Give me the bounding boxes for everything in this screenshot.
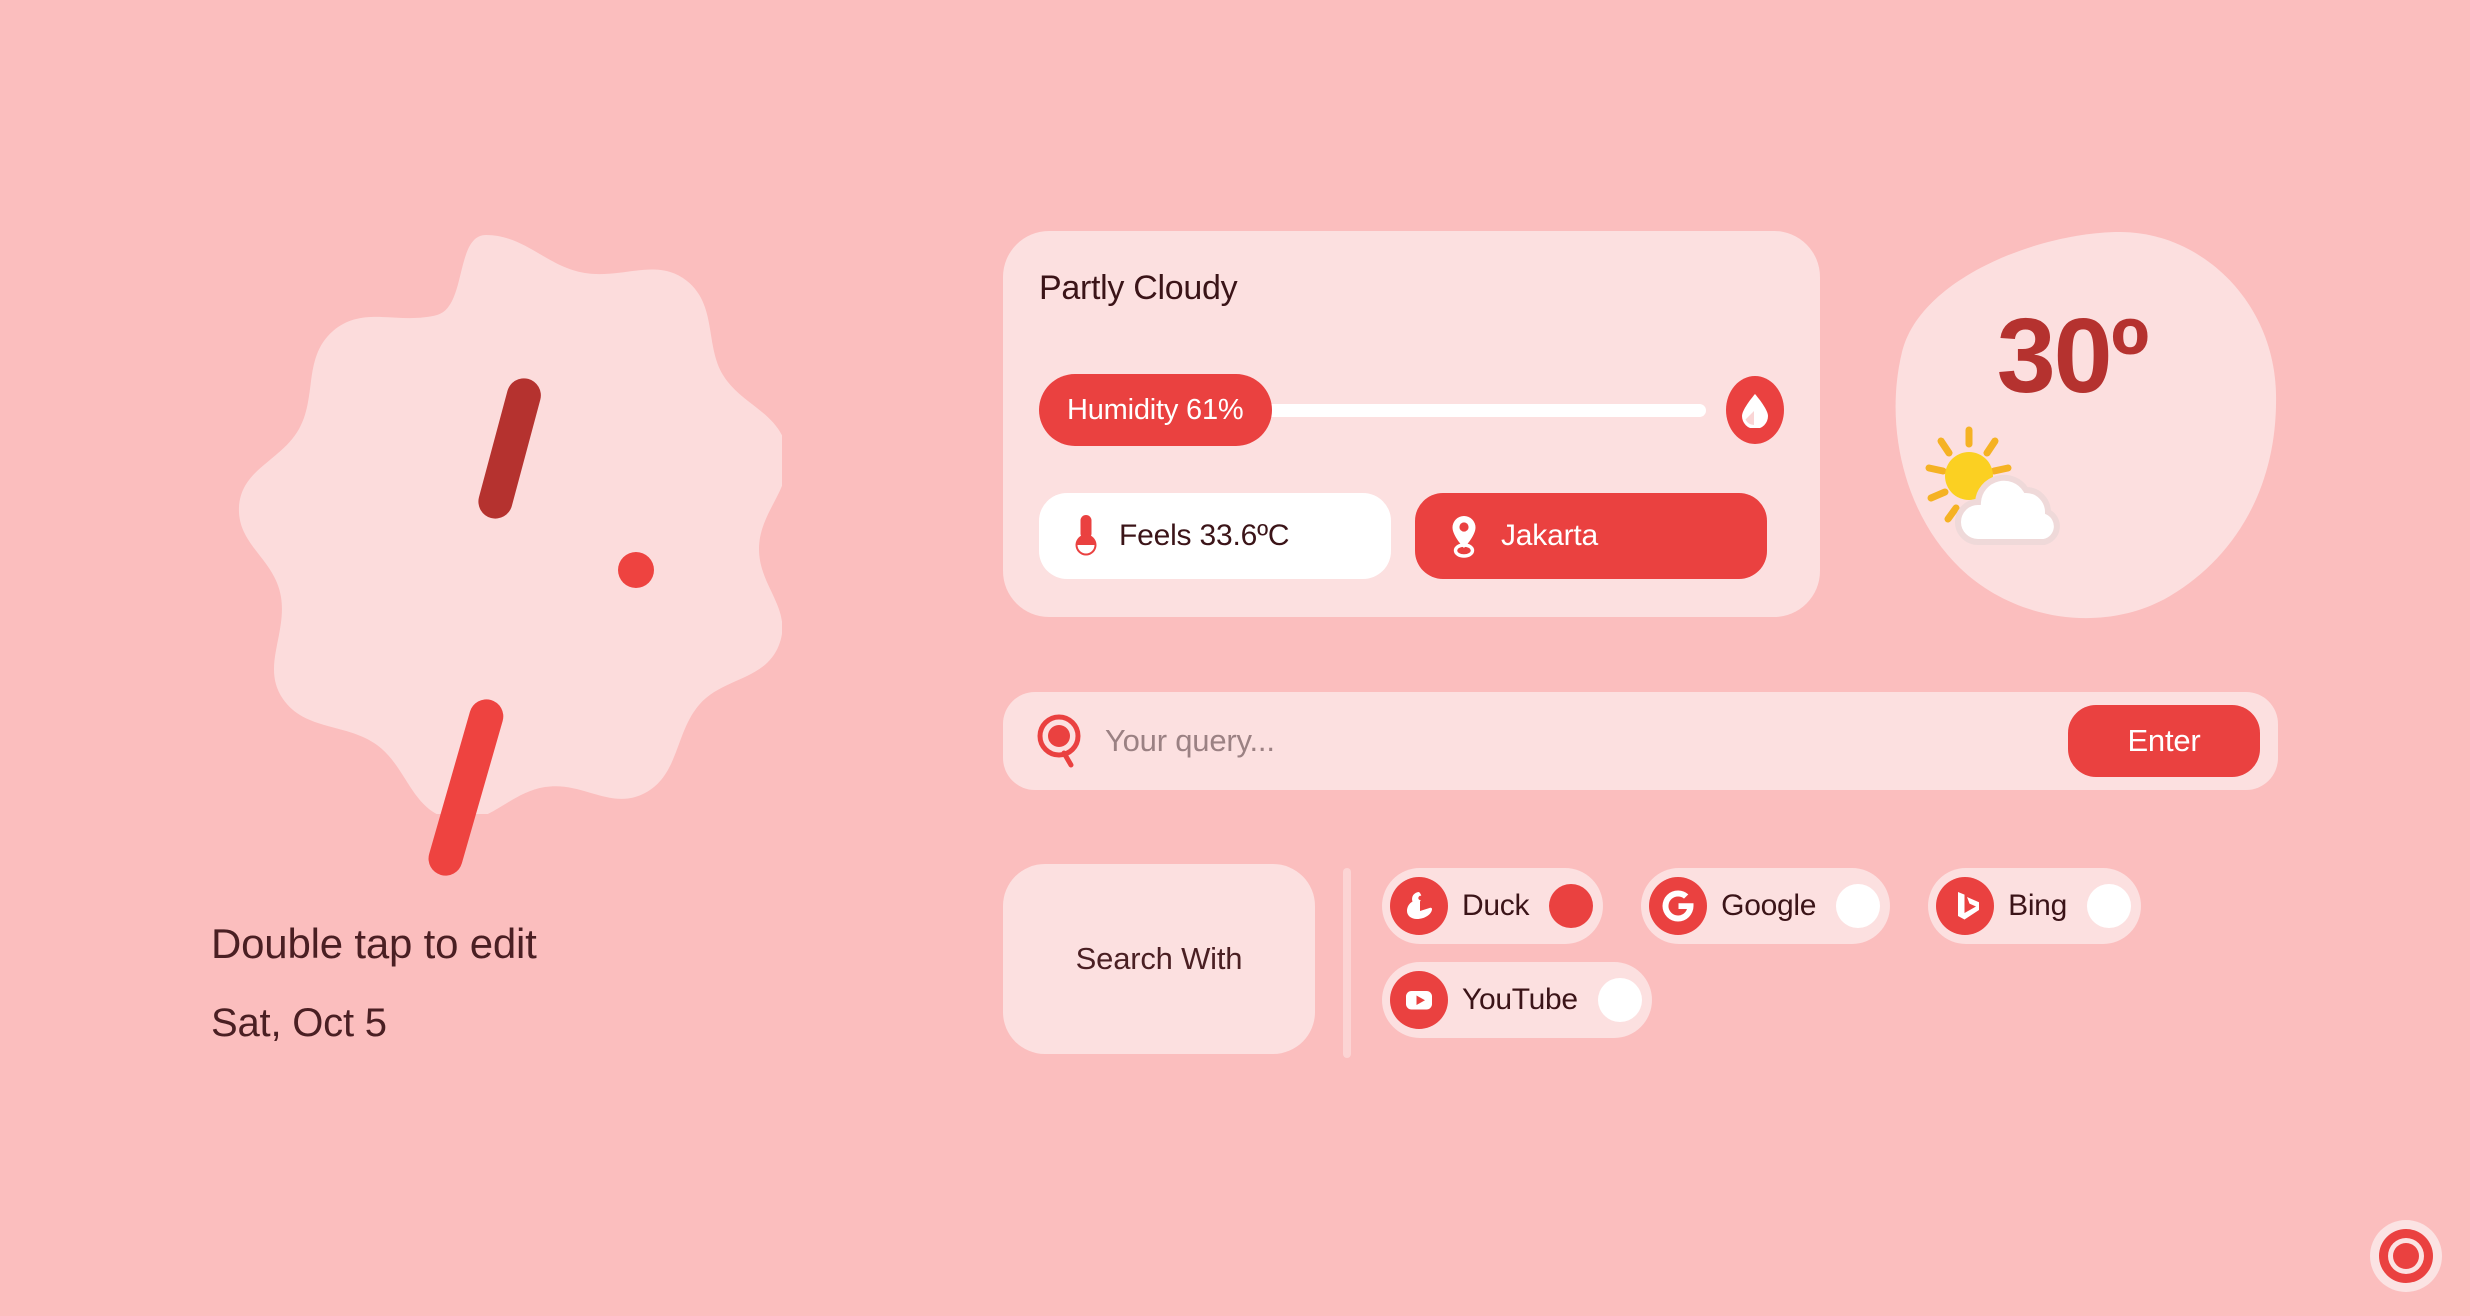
search-bar[interactable]: Enter <box>1003 692 2278 790</box>
magnifier-icon <box>1037 714 1081 768</box>
clock-minute-hand <box>424 695 508 880</box>
engine-chip-duck[interactable]: Duck <box>1382 868 1604 944</box>
humidity-label: Humidity 61% <box>1067 393 1244 426</box>
humidity-slider-track[interactable] <box>1265 403 1706 417</box>
feels-like-label: Feels 33.6ºC <box>1119 519 1290 552</box>
water-drop-icon <box>1742 394 1768 428</box>
engine-status-indicator[interactable] <box>2086 884 2131 928</box>
humidity-value-pill: Humidity 61% <box>1039 374 1272 446</box>
search-engine-chip-list: Duck Google Bing YouTube <box>1382 868 2382 1038</box>
search-with-panel[interactable]: Search With <box>1003 864 1315 1054</box>
temperature-widget[interactable]: 30º <box>1888 228 2278 620</box>
engine-chip-youtube[interactable]: YouTube <box>1382 962 1652 1038</box>
engine-label: Google <box>1721 889 1817 922</box>
clock-edit-hint[interactable]: Double tap to edit <box>211 920 851 968</box>
location-pill[interactable]: Jakarta <box>1415 493 1767 579</box>
search-input[interactable] <box>1087 723 2068 759</box>
engine-chip-bing[interactable]: Bing <box>1928 868 2141 944</box>
engine-status-indicator[interactable] <box>1597 978 1642 1022</box>
search-icon-wrap[interactable] <box>1035 713 1087 769</box>
sun-behind-cloud-icon <box>1925 426 2060 545</box>
google-g-icon <box>1649 877 1708 935</box>
engine-label: Duck <box>1462 889 1530 922</box>
weather-detail-row: Feels 33.6ºC Jakarta <box>1039 493 1784 579</box>
youtube-icon <box>1390 971 1448 1029</box>
record-core-dot <box>2393 1243 2419 1269</box>
clock-date-label: Sat, Oct 5 <box>211 1001 387 1046</box>
clock-marker-dot <box>618 552 654 588</box>
engine-chip-google[interactable]: Google <box>1641 868 1891 944</box>
record-inner-ring <box>2388 1238 2424 1274</box>
record-target-icon <box>2379 1229 2433 1283</box>
clock-hour-hand <box>474 374 545 523</box>
weather-card[interactable]: Partly Cloudy Humidity 61% Feels 33.6ºC … <box>1003 231 1820 617</box>
analog-clock-widget[interactable] <box>200 232 782 880</box>
engine-label: YouTube <box>1462 983 1578 1016</box>
engine-status-indicator[interactable] <box>1836 884 1881 928</box>
bing-icon <box>1936 877 1995 935</box>
temperature-value: 30º <box>1996 297 2150 415</box>
record-target-button[interactable] <box>2370 1220 2442 1292</box>
search-with-label: Search With <box>1075 941 1243 976</box>
engine-status-indicator[interactable] <box>1549 884 1594 928</box>
clock-hands-group <box>200 232 782 880</box>
wallpaper-canvas: Double tap to edit Sat, Oct 5 Partly Clo… <box>0 0 2470 1316</box>
feels-like-pill[interactable]: Feels 33.6ºC <box>1039 493 1391 579</box>
enter-button[interactable]: Enter <box>2068 705 2260 777</box>
location-label: Jakarta <box>1501 519 1598 552</box>
humidity-slider-row[interactable]: Humidity 61% <box>1039 374 1784 446</box>
duckduckgo-icon <box>1390 877 1448 935</box>
weather-condition-label: Partly Cloudy <box>1039 269 1238 307</box>
engine-label: Bing <box>2008 889 2067 922</box>
clock-label-group: Double tap to edit Sat, Oct 5 <box>211 920 851 1046</box>
thermometer-icon <box>1075 515 1097 556</box>
vertical-divider <box>1343 868 1351 1058</box>
map-pin-icon <box>1452 516 1476 558</box>
droplet-badge <box>1726 376 1784 444</box>
